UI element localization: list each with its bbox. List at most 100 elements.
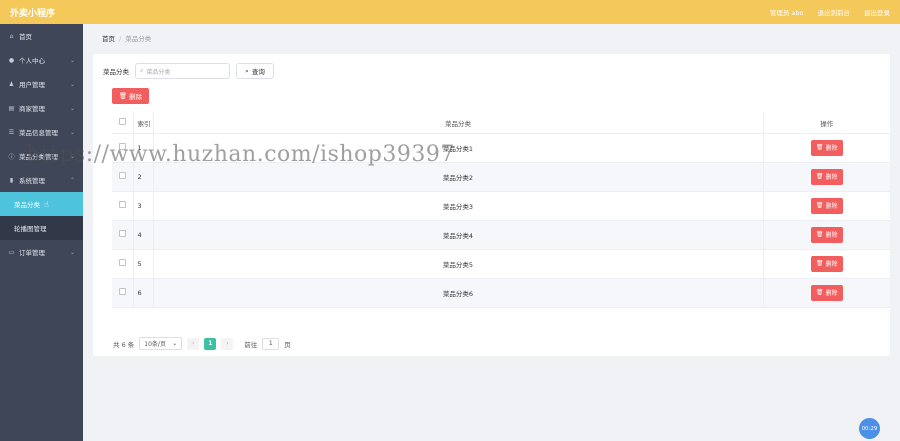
row-checkbox[interactable] <box>118 288 126 295</box>
sidebar-item-label: 订单管理 <box>19 249 45 257</box>
row-actions: 🗑 删除 <box>763 278 890 308</box>
timer-badge[interactable]: 00:29 <box>859 418 880 439</box>
chevron-down-icon: ⌄ <box>69 152 75 160</box>
user-icon: ● <box>8 56 15 64</box>
row-category: 菜品分类1 <box>153 133 764 163</box>
row-check-cell <box>112 220 134 250</box>
bulk-delete-button[interactable]: 🗑 删除 <box>112 88 149 104</box>
select-all-checkbox[interactable] <box>118 118 126 126</box>
search-button-label: 查询 <box>251 68 265 76</box>
pagination: 共 6 条 10条/页 ⌄ ‹ 1 › 前往 1 页 <box>113 337 291 350</box>
row-checkbox[interactable] <box>118 259 126 266</box>
chevron-down-icon: ⌄ <box>69 128 75 136</box>
trash-icon: 🗑 <box>815 202 824 209</box>
sidebar-item-orders[interactable]: ▭ 订单管理 ⌄ <box>0 240 83 264</box>
row-delete-label: 删除 <box>825 203 838 210</box>
page-size-value: 10条/页 <box>144 341 166 348</box>
row-delete-label: 删除 <box>825 145 838 152</box>
row-checkbox[interactable] <box>118 201 126 208</box>
row-actions: 🗑 删除 <box>763 133 890 163</box>
sidebar-item-home[interactable]: ⌂ 首页 <box>0 24 83 48</box>
row-checkbox[interactable] <box>118 143 126 150</box>
row-delete-button[interactable]: 🗑 删除 <box>810 197 843 214</box>
prev-page-button[interactable]: ‹ <box>187 337 200 350</box>
trash-icon: 🗑 <box>118 92 128 100</box>
chevron-down-icon: ⌄ <box>69 248 75 256</box>
breadcrumb-separator: / <box>119 35 122 43</box>
row-index: 2 <box>133 162 154 192</box>
store-icon: ▤ <box>8 104 15 112</box>
category-table: 索引 菜品分类 操作 1 菜品分类1 🗑 删除 2 菜品分类2 🗑 删除 3 菜… <box>112 113 890 308</box>
goto-page-input[interactable]: 1 <box>262 337 280 350</box>
row-actions: 🗑 删除 <box>763 220 890 250</box>
pointer-cursor-icon: ☝ <box>44 199 49 209</box>
header-index: 索引 <box>133 113 154 134</box>
chevron-down-icon: ⌄ <box>172 340 178 347</box>
info-icon: ⓘ <box>8 153 15 161</box>
row-category: 菜品分类3 <box>153 191 764 221</box>
trash-icon: 🗑 <box>815 231 824 238</box>
table-row: 3 菜品分类3 🗑 删除 <box>112 191 890 221</box>
row-checkbox[interactable] <box>118 172 126 179</box>
search-button[interactable]: ⌕ 查询 <box>236 63 274 79</box>
goto-label: 前往 <box>244 340 258 349</box>
row-delete-button[interactable]: 🗑 删除 <box>810 284 843 301</box>
chevron-down-icon: ⌄ <box>69 56 75 64</box>
sidebar-item-label: 个人中心 <box>19 57 45 65</box>
sidebar-subitem-carousel[interactable]: 轮播图管理 <box>0 216 83 240</box>
search-placeholder: 菜品分类 <box>146 68 171 76</box>
search-bar: 菜品分类 ⌕ 菜品分类 ⌕ 查询 <box>103 63 274 79</box>
row-checkbox[interactable] <box>118 230 126 237</box>
chevron-up-icon: ⌃ <box>69 176 75 184</box>
breadcrumb-home[interactable]: 首页 <box>102 35 115 43</box>
sidebar-item-dish-categories[interactable]: ⓘ 菜品分类管理 ⌄ <box>0 144 83 168</box>
row-actions: 🗑 删除 <box>763 191 890 221</box>
table-row: 5 菜品分类5 🗑 删除 <box>112 249 890 279</box>
search-icon: ⌕ <box>140 67 144 74</box>
next-page-button[interactable]: › <box>221 337 234 350</box>
search-input[interactable]: ⌕ 菜品分类 <box>135 63 230 79</box>
sidebar: ⌂ 首页 ● 个人中心 ⌄ ♟ 用户管理 ⌄ ▤ 商家管理 ⌄ ☰ 菜品信息管理… <box>0 24 83 441</box>
logout-link[interactable]: 退出登录 <box>864 7 890 17</box>
row-category: 菜品分类2 <box>153 162 764 192</box>
sidebar-item-merchants[interactable]: ▤ 商家管理 ⌄ <box>0 96 83 120</box>
row-delete-button[interactable]: 🗑 删除 <box>810 168 843 185</box>
admin-label: 管理员 abo <box>769 9 804 17</box>
row-delete-button[interactable]: 🗑 删除 <box>810 255 843 272</box>
sidebar-item-label: 菜品信息管理 <box>19 129 58 137</box>
page-size-select[interactable]: 10条/页 ⌄ <box>139 337 183 350</box>
search-label: 菜品分类 <box>103 68 129 76</box>
breadcrumb: 首页 / 菜品分类 <box>102 33 151 43</box>
exit-to-front-link[interactable]: 退出到前台 <box>818 7 851 17</box>
sidebar-item-profile[interactable]: ● 个人中心 ⌄ <box>0 48 83 72</box>
row-check-cell <box>112 133 134 163</box>
chart-icon: ▮ <box>9 176 14 184</box>
row-check-cell <box>112 191 134 221</box>
row-delete-button[interactable]: 🗑 删除 <box>810 139 843 156</box>
row-delete-label: 删除 <box>825 261 838 268</box>
row-delete-label: 删除 <box>825 232 838 239</box>
sidebar-item-dishes[interactable]: ☰ 菜品信息管理 ⌄ <box>0 120 83 144</box>
sidebar-item-label: 系统管理 <box>19 177 45 185</box>
sidebar-subitem-category[interactable]: 菜品分类 ☝ <box>0 192 83 216</box>
select-all-cell <box>112 113 134 134</box>
row-index: 4 <box>133 220 154 250</box>
page-number[interactable]: 1 <box>204 337 217 350</box>
row-delete-button[interactable]: 🗑 删除 <box>810 226 843 243</box>
page-unit: 页 <box>284 340 291 349</box>
sidebar-item-system[interactable]: ▮ 系统管理 ⌃ <box>0 168 83 192</box>
main-content: 首页 / 菜品分类 菜品分类 ⌕ 菜品分类 ⌕ 查询 🗑 删除 索引 菜品分类 <box>83 24 900 441</box>
sidebar-item-users[interactable]: ♟ 用户管理 ⌄ <box>0 72 83 96</box>
trash-icon: 🗑 <box>815 173 824 180</box>
trash-icon: 🗑 <box>815 260 824 267</box>
app-title: 外卖小程序 <box>10 8 56 19</box>
trash-icon: 🗑 <box>815 289 824 296</box>
table-row: 2 菜品分类2 🗑 删除 <box>112 162 890 192</box>
chevron-down-icon: ⌄ <box>69 104 75 112</box>
header-category: 菜品分类 <box>153 113 764 134</box>
sidebar-item-label: 首页 <box>19 33 32 41</box>
message-icon: ▭ <box>8 248 15 256</box>
table-row: 6 菜品分类6 🗑 删除 <box>112 278 890 308</box>
row-actions: 🗑 删除 <box>763 162 890 192</box>
home-icon: ⌂ <box>9 32 14 40</box>
